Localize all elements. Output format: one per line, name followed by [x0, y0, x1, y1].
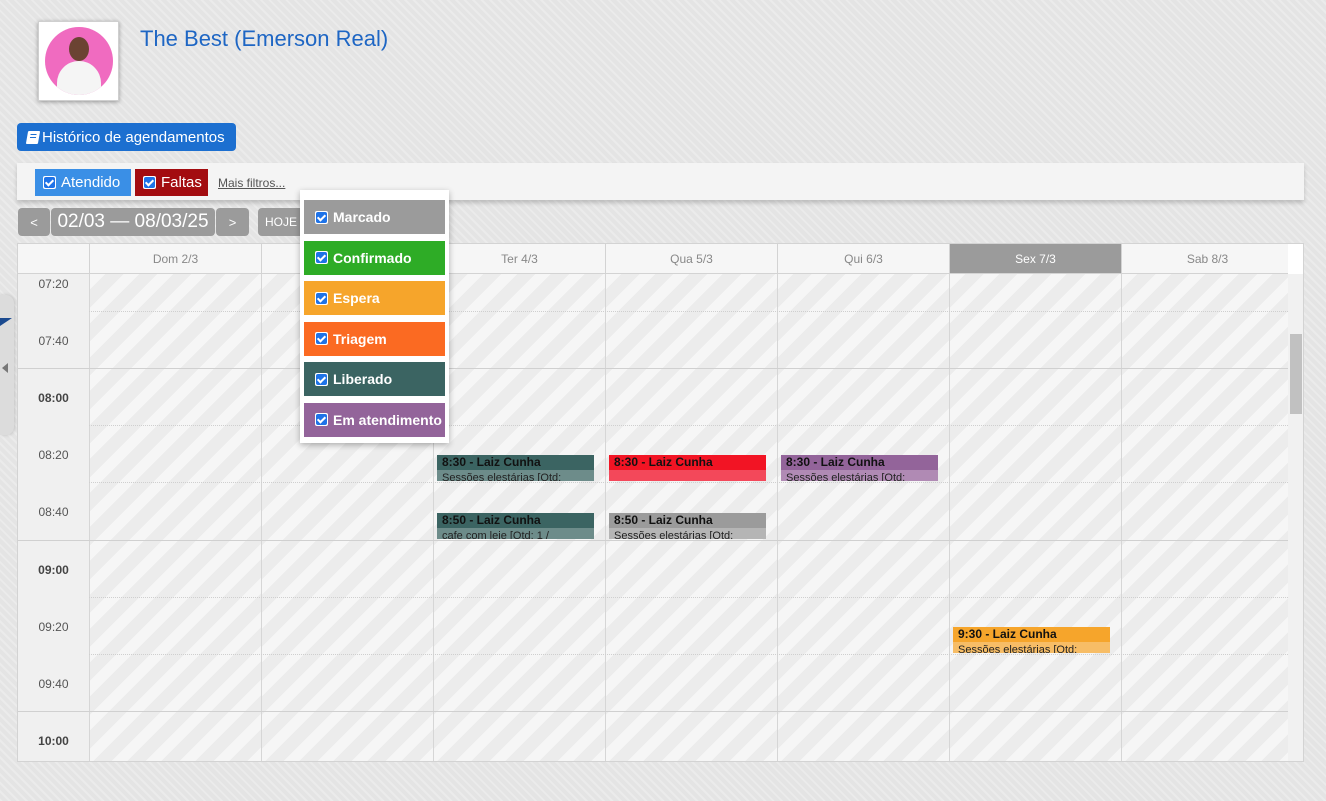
more-filters-link[interactable]: Mais filtros... — [218, 176, 285, 190]
event-description: cafe com leie [Qtd: 1 / — [437, 528, 594, 539]
day-header-fri[interactable]: Sex 7/3 — [949, 244, 1121, 273]
day-header-wed[interactable]: Qua 5/3 — [605, 244, 777, 273]
day-header-sat[interactable]: Sab 8/3 — [1121, 244, 1293, 273]
status-filter-confirmado[interactable]: Confirmado — [304, 240, 445, 275]
status-filter-label: Espera — [333, 290, 380, 306]
status-filter-em-atendimento[interactable]: Em atendimento — [304, 402, 445, 437]
event-title: 8:30 - Laiz Cunha — [609, 455, 766, 470]
appointment-event[interactable]: 8:50 - Laiz Cunha cafe com leie [Qtd: 1 … — [437, 513, 594, 539]
event-title: 8:50 - Laiz Cunha — [437, 513, 594, 528]
calendar-scrollbar[interactable] — [1288, 274, 1303, 761]
event-title: 8:30 - Laiz Cunha — [437, 455, 594, 470]
slot-line — [89, 425, 1288, 426]
appointment-event[interactable]: 8:30 - Laiz Cunha Sessões elestárias [Qt… — [437, 455, 594, 481]
event-description: Sessões elestárias [Qtd: — [953, 642, 1110, 653]
day-header-tue[interactable]: Ter 4/3 — [433, 244, 605, 273]
slot-line — [89, 654, 1288, 655]
status-filter-label: Confirmado — [333, 249, 412, 266]
time-label: 09:20 — [38, 620, 69, 634]
filter-faltas-label: Faltas — [161, 174, 202, 191]
day-column-thu[interactable] — [777, 274, 949, 761]
day-header-thu[interactable]: Qui 6/3 — [777, 244, 949, 273]
event-description: Sessões elestárias [Qtd: — [609, 528, 766, 539]
prev-week-button[interactable]: < — [18, 208, 50, 236]
day-column-sun[interactable] — [89, 274, 261, 761]
week-calendar: Dom 2/3 Ter 4/3 Qua 5/3 Qui 6/3 Sex 7/3 … — [17, 243, 1304, 762]
status-filter-dropdown: Marcado Confirmado Espera Triagem Libera… — [300, 190, 449, 443]
profile-name: The Best (Emerson Real) — [140, 26, 389, 51]
time-label: 07:40 — [38, 334, 69, 348]
day-column-sat[interactable] — [1121, 274, 1293, 761]
history-button-label: Histórico de agendamentos — [42, 128, 225, 146]
history-button[interactable]: Histórico de agendamentos — [17, 123, 236, 151]
slot-line — [89, 597, 1288, 598]
checkbox-icon[interactable] — [315, 413, 328, 426]
event-description — [609, 470, 766, 481]
checkbox-icon[interactable] — [315, 210, 328, 224]
profile-avatar — [38, 21, 119, 101]
time-label: 09:40 — [38, 677, 69, 691]
checkbox-icon[interactable] — [315, 251, 328, 264]
status-filter-espera[interactable]: Espera — [304, 281, 445, 315]
scrollbar-thumb[interactable] — [1290, 334, 1302, 414]
avatar-body-shape — [56, 61, 101, 95]
status-filter-label: Triagem — [333, 330, 387, 347]
hour-line — [18, 368, 89, 369]
appointment-event[interactable]: 8:30 - Laiz Cunha — [609, 455, 766, 481]
avatar-head-shape — [68, 37, 89, 61]
checkbox-icon[interactable] — [315, 332, 328, 345]
event-description: Sessões elestárias [Qtd: — [781, 470, 938, 481]
hour-line — [89, 711, 1288, 712]
hour-line — [18, 711, 89, 712]
hour-line — [89, 368, 1288, 369]
slot-line — [89, 311, 1288, 312]
today-button[interactable]: HOJE — [258, 208, 304, 236]
status-filter-liberado[interactable]: Liberado — [304, 362, 445, 396]
checkbox-icon[interactable] — [315, 291, 328, 305]
time-column: 07:20 07:40 08:00 08:20 08:40 09:00 09:2… — [18, 274, 89, 761]
event-title: 9:30 - Laiz Cunha — [953, 627, 1110, 642]
event-title: 8:30 - Laiz Cunha — [781, 455, 938, 470]
time-label: 10:00 — [38, 734, 69, 748]
calendar-header: Dom 2/3 Ter 4/3 Qua 5/3 Qui 6/3 Sex 7/3 … — [18, 244, 1288, 274]
slot-line — [89, 482, 1288, 483]
appointment-event[interactable]: 8:30 - Laiz Cunha Sessões elestárias [Qt… — [781, 455, 938, 481]
appointment-event[interactable]: 9:30 - Laiz Cunha Sessões elestárias [Qt… — [953, 627, 1110, 653]
filter-faltas[interactable]: Faltas — [135, 169, 208, 196]
date-range-display[interactable]: 02/03 — 08/03/25 — [51, 208, 215, 236]
event-title: 8:50 - Laiz Cunha — [609, 513, 766, 528]
status-filter-label: Liberado — [333, 371, 393, 387]
arrow-left-icon[interactable] — [2, 363, 8, 373]
status-filter-label: Marcado — [333, 209, 391, 225]
status-filter-triagem[interactable]: Triagem — [304, 321, 445, 356]
checkbox-icon[interactable] — [315, 372, 328, 386]
status-filter-marcado[interactable]: Marcado — [304, 200, 445, 234]
day-column-fri[interactable] — [949, 274, 1121, 761]
time-label: 08:00 — [38, 391, 69, 405]
time-label: 08:40 — [38, 505, 69, 519]
appointment-event[interactable]: 8:50 - Laiz Cunha Sessões elestárias [Qt… — [609, 513, 766, 539]
day-header-sun[interactable]: Dom 2/3 — [89, 244, 261, 273]
book-icon — [25, 130, 41, 144]
time-label: 09:00 — [38, 563, 69, 577]
calendar-body: 07:20 07:40 08:00 08:20 08:40 09:00 09:2… — [18, 274, 1293, 761]
filter-bar: Atendido Faltas Mais filtros... — [17, 163, 1304, 200]
time-label: 07:20 — [38, 277, 69, 291]
checkbox-icon[interactable] — [143, 176, 156, 189]
hour-line — [18, 540, 89, 541]
filter-atendido-label: Atendido — [61, 174, 121, 191]
filter-atendido[interactable]: Atendido — [35, 169, 131, 196]
status-filter-label: Em atendimento — [333, 411, 442, 428]
avatar-photo — [44, 27, 113, 95]
side-flag-icon — [0, 318, 12, 326]
next-week-button[interactable]: > — [216, 208, 249, 236]
time-label: 08:20 — [38, 448, 69, 462]
hour-line — [89, 540, 1288, 541]
event-description: Sessões elestárias [Qtd: — [437, 470, 594, 481]
checkbox-icon[interactable] — [43, 176, 56, 189]
